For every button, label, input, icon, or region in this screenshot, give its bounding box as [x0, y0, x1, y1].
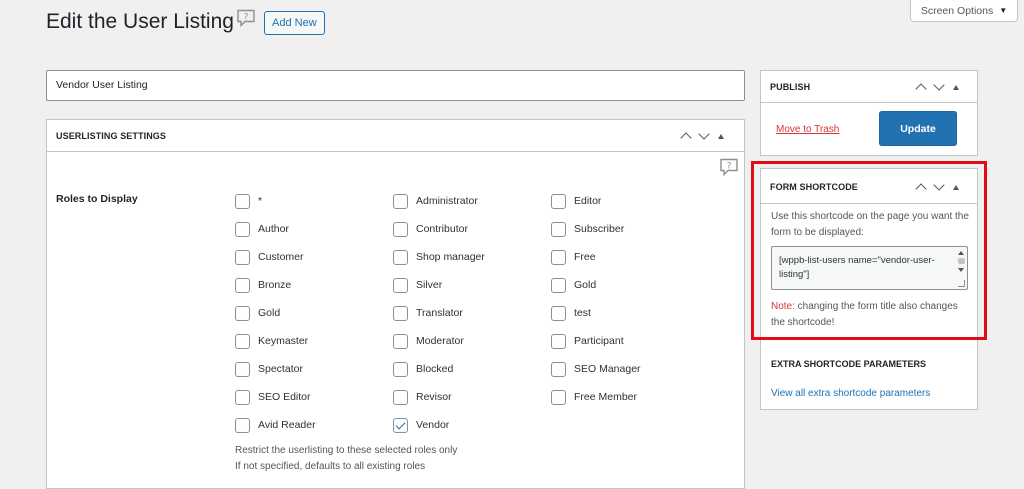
move-to-trash-link[interactable]: Move to Trash	[776, 124, 839, 135]
publish-box-title: PUBLISH	[770, 82, 811, 92]
role-checkbox[interactable]	[235, 278, 250, 293]
shortcode-note: Note: changing the form title also chang…	[771, 299, 969, 331]
role-label: test	[574, 307, 591, 319]
role-checkbox[interactable]	[393, 334, 408, 349]
move-up-icon[interactable]	[915, 83, 927, 95]
role-label: Gold	[574, 279, 597, 291]
role-checkbox[interactable]	[393, 194, 408, 209]
add-new-button[interactable]: Add New	[264, 11, 325, 35]
note-label: Note:	[771, 301, 795, 312]
role-checkbox[interactable]	[551, 390, 566, 405]
listing-title-input[interactable]: Vendor User Listing	[46, 70, 745, 101]
settings-box-header: USERLISTING SETTINGS	[47, 120, 744, 152]
role-label: Customer	[258, 251, 304, 263]
update-button[interactable]: Update	[879, 111, 957, 146]
role-checkbox[interactable]	[393, 278, 408, 293]
publish-box-header: PUBLISH	[761, 71, 977, 103]
role-checkbox[interactable]	[551, 194, 566, 209]
role-label: SEO Manager	[574, 363, 641, 375]
role-checkbox[interactable]	[393, 362, 408, 377]
shortcode-value: [wppb-list-users name="vendor-user-listi…	[779, 255, 935, 280]
extra-parameters-link[interactable]: View all extra shortcode parameters	[771, 388, 930, 399]
role-checkbox[interactable]	[551, 306, 566, 321]
role-label: SEO Editor	[258, 391, 311, 403]
page-title: Edit the User Listing	[46, 10, 234, 33]
role-checkbox[interactable]	[235, 334, 250, 349]
roles-help-line-2: If not specified, defaults to all existi…	[235, 461, 426, 472]
role-checkbox[interactable]	[235, 418, 250, 433]
role-label: Bronze	[258, 279, 292, 291]
role-checkbox[interactable]	[393, 306, 408, 321]
move-up-icon[interactable]	[915, 183, 927, 195]
scroll-up-icon[interactable]	[958, 251, 964, 255]
role-label: Gold	[258, 307, 281, 319]
role-checkbox[interactable]	[393, 250, 408, 265]
extra-parameters-title: EXTRA SHORTCODE PARAMETERS	[771, 359, 927, 369]
role-checkbox[interactable]	[551, 222, 566, 237]
role-label: Avid Reader	[258, 419, 316, 431]
role-label: Silver	[416, 279, 443, 291]
role-checkbox[interactable]	[235, 250, 250, 265]
role-checkbox[interactable]	[235, 390, 250, 405]
role-checkbox[interactable]	[235, 306, 250, 321]
move-down-icon[interactable]	[933, 79, 945, 91]
role-label: Moderator	[416, 335, 464, 347]
svg-text:?: ?	[727, 162, 732, 172]
collapse-toggle-icon[interactable]	[953, 84, 959, 90]
role-checkbox[interactable]	[393, 418, 408, 433]
role-label: Contributor	[416, 223, 468, 235]
userlisting-settings-box: USERLISTING SETTINGS ? Roles to Display …	[46, 119, 745, 489]
settings-box-title: USERLISTING SETTINGS	[56, 131, 167, 141]
roles-help-line-1: Restrict the userlisting to these select…	[235, 445, 458, 456]
role-label: Author	[258, 223, 289, 235]
role-checkbox[interactable]	[551, 362, 566, 377]
publish-box: PUBLISH Move to Trash Update	[760, 70, 978, 156]
role-checkbox[interactable]	[551, 250, 566, 265]
shortcode-description: Use this shortcode on the page you want …	[771, 211, 969, 238]
collapse-toggle-icon[interactable]	[953, 184, 959, 190]
caret-down-icon: ▼	[999, 6, 1008, 15]
role-label: Free	[574, 251, 596, 263]
shortcode-box-header: FORM SHORTCODE	[761, 169, 977, 204]
textarea-scrollbar[interactable]	[957, 248, 966, 280]
role-checkbox[interactable]	[393, 222, 408, 237]
role-label: Editor	[574, 195, 602, 207]
role-label: Keymaster	[258, 335, 309, 347]
role-checkbox[interactable]	[393, 390, 408, 405]
note-text: changing the form title also changes the…	[771, 301, 958, 328]
svg-text:?: ?	[244, 13, 249, 23]
form-shortcode-box: FORM SHORTCODE Use this shortcode on the…	[760, 168, 978, 410]
help-bubble-icon[interactable]: ?	[236, 9, 256, 27]
role-checkbox[interactable]	[235, 362, 250, 377]
role-checkbox[interactable]	[235, 222, 250, 237]
role-checkbox[interactable]	[551, 334, 566, 349]
resize-grip-icon[interactable]	[958, 280, 965, 287]
scroll-thumb[interactable]	[958, 258, 965, 264]
role-label: Administrator	[416, 195, 478, 207]
role-label: Subscriber	[574, 223, 625, 235]
role-label: Free Member	[574, 391, 638, 403]
role-label: Revisor	[416, 391, 452, 403]
role-label: Participant	[574, 335, 624, 347]
role-label: *	[258, 195, 263, 207]
role-label: Shop manager	[416, 251, 485, 263]
role-label: Spectator	[258, 363, 303, 375]
role-checkbox[interactable]	[235, 194, 250, 209]
role-label: Blocked	[416, 363, 454, 375]
move-up-icon[interactable]	[680, 132, 692, 144]
scroll-down-icon[interactable]	[958, 268, 964, 272]
screen-options-toggle[interactable]: Screen Options ▼	[910, 0, 1018, 22]
roles-label: Roles to Display	[56, 193, 138, 205]
role-checkbox[interactable]	[551, 278, 566, 293]
role-label: Translator	[416, 307, 463, 319]
role-label: Vendor	[416, 419, 450, 431]
move-down-icon[interactable]	[933, 179, 945, 191]
shortcode-textarea[interactable]: [wppb-list-users name="vendor-user-listi…	[771, 246, 968, 290]
move-down-icon[interactable]	[698, 128, 710, 140]
shortcode-box-title: FORM SHORTCODE	[770, 182, 858, 192]
help-bubble-icon[interactable]: ?	[719, 158, 739, 176]
screen-options-label: Screen Options	[920, 4, 994, 17]
collapse-toggle-icon[interactable]	[718, 133, 724, 139]
